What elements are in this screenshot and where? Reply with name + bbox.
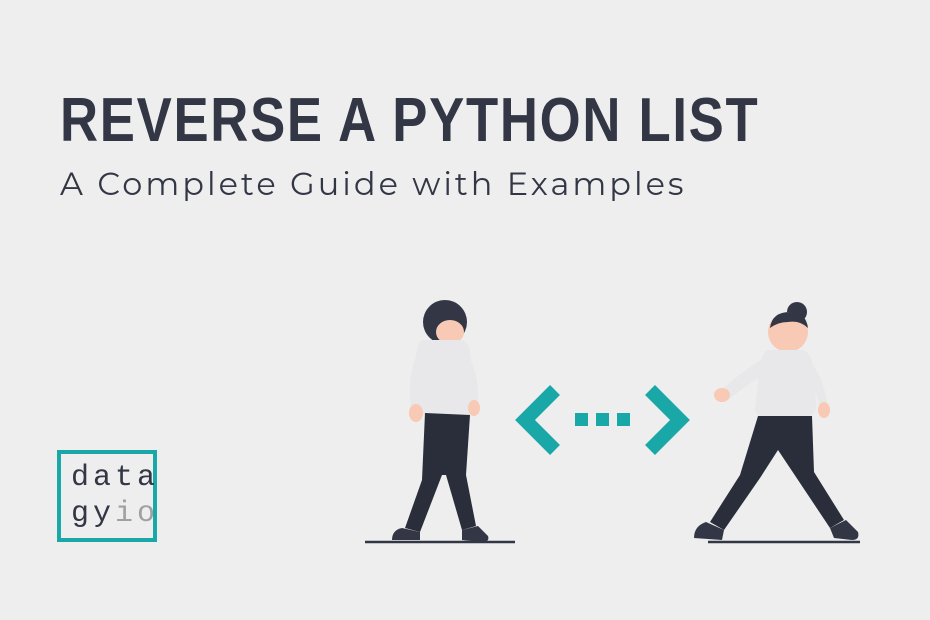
swap-arrows-icon — [525, 390, 680, 450]
person-left-icon — [365, 300, 515, 542]
page-subtitle: A Complete Guide with Examples — [60, 165, 687, 204]
logo-line-2: gyio — [71, 496, 153, 532]
brand-logo: data gyio — [57, 450, 157, 542]
logo-io: io — [115, 497, 159, 531]
logo-gy: gy — [71, 497, 115, 531]
hero-illustration — [350, 280, 870, 560]
person-right-icon — [694, 302, 860, 542]
page-title: Reverse a Python List — [60, 85, 759, 156]
logo-line-1: data — [71, 460, 153, 496]
